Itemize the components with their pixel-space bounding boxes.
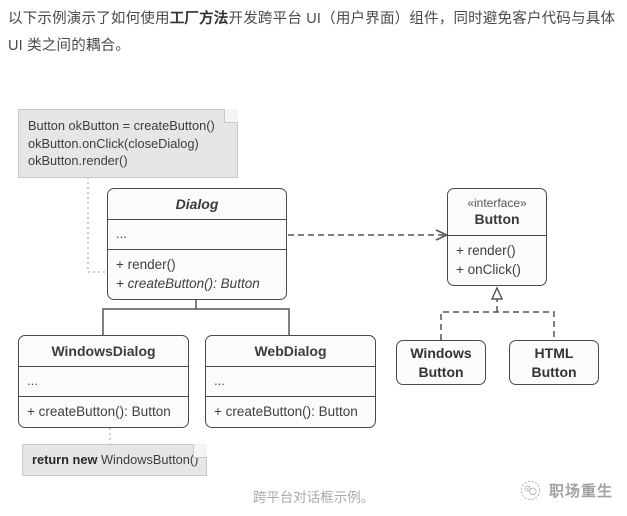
class-box-htmlbutton[interactable]: HTML Button	[509, 340, 599, 385]
class-attributes-dialog: ...	[108, 220, 286, 250]
client-code-line-3: okButton.render()	[28, 153, 128, 168]
class-operations-windowsdialog: + createButton(): Button	[19, 397, 188, 427]
client-code-note: Button okButton = createButton() okButto…	[18, 109, 238, 178]
class-title-button: «interface» Button	[448, 189, 546, 236]
note-fold-corner	[224, 109, 238, 123]
watermark: 职场重生	[519, 479, 613, 502]
class-operations-webdialog: + createButton(): Button	[206, 397, 375, 427]
class-box-webdialog[interactable]: WebDialog ... + createButton(): Button	[205, 335, 376, 428]
uml-class-diagram: Button okButton = createButton() okButto…	[0, 92, 627, 516]
return-note-text: return new WindowsButton()	[32, 451, 199, 469]
class-box-windowsbutton[interactable]: Windows Button	[396, 340, 486, 385]
class-box-windowsdialog[interactable]: WindowsDialog ... + createButton(): Butt…	[18, 335, 189, 428]
class-name-button: Button	[474, 211, 520, 227]
client-code-line-1: Button okButton = createButton()	[28, 118, 215, 133]
intro-text-bold: 工厂方法	[169, 11, 229, 27]
class-operations-dialog: + render() + createButton(): Button	[108, 250, 286, 299]
operation-button-render: + render()	[456, 243, 516, 258]
circular-badge-icon	[520, 480, 541, 501]
stereotype-interface: «interface»	[467, 196, 527, 210]
note-fold-corner-return	[193, 444, 207, 458]
class-box-dialog[interactable]: Dialog ... + render() + createButton(): …	[107, 188, 287, 300]
class-title-webdialog: WebDialog	[206, 336, 375, 367]
return-note-keyword: return new	[32, 452, 98, 467]
class-name-htmlbutton-line1: HTML	[534, 344, 574, 361]
class-attributes-windowsdialog: ...	[19, 367, 188, 397]
note-connector-client	[87, 162, 106, 273]
class-title-windowsdialog: WindowsDialog	[19, 336, 188, 367]
class-operations-button: + render() + onClick()	[448, 236, 546, 285]
operation-button-onclick: + onClick()	[456, 262, 521, 277]
operation-webdialog-createbutton: + createButton(): Button	[214, 404, 358, 419]
class-attributes-webdialog: ...	[206, 367, 375, 397]
intro-paragraph: 以下示例演示了如何使用工厂方法开发跨平台 UI（用户界面）组件，同时避免客户代码…	[8, 6, 619, 60]
operation-dialog-createbutton: + createButton(): Button	[116, 276, 260, 291]
operation-dialog-render: + render()	[116, 257, 176, 272]
return-note-rest: WindowsButton()	[97, 452, 199, 467]
operation-windowsdialog-createbutton: + createButton(): Button	[27, 404, 171, 419]
class-title-dialog: Dialog	[108, 189, 286, 220]
watermark-text: 职场重生	[548, 483, 613, 500]
inheritance-branch-dialog	[102, 308, 290, 335]
class-box-button-interface[interactable]: «interface» Button + render() + onClick(…	[447, 188, 547, 286]
intro-text-part1: 以下示例演示了如何使用	[8, 11, 170, 27]
class-name-windowsbutton-line1: Windows	[410, 344, 472, 361]
class-name-windowsbutton-line2: Button	[418, 363, 464, 380]
realization-branch-button	[440, 311, 555, 340]
return-statement-note: return new WindowsButton()	[22, 444, 207, 476]
class-name-htmlbutton-line2: Button	[531, 363, 577, 380]
client-code-line-2: okButton.onClick(closeDialog)	[28, 135, 199, 151]
